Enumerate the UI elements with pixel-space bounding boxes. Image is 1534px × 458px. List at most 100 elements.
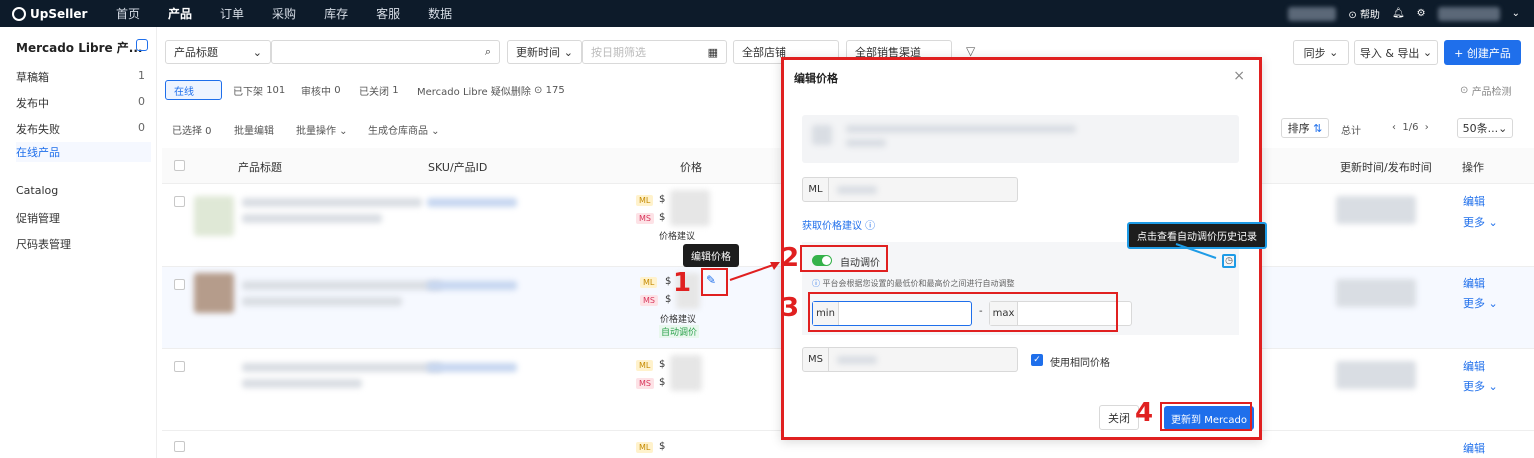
same-price-checkbox[interactable]: ✓ <box>1031 354 1043 366</box>
sku-blurred <box>427 198 517 207</box>
sort-button[interactable]: 排序 ⇅ <box>1281 118 1329 138</box>
chevron-down-icon: ⌄ <box>252 45 262 59</box>
sidebar-item-drafts[interactable]: 草稿箱 1 <box>16 69 151 85</box>
same-price-label: 使用相同价格 <box>1050 358 1110 369</box>
product-title-blurred <box>242 198 422 207</box>
more-dropdown[interactable]: 更多 ⌄ <box>1463 378 1498 394</box>
step-3-label: 3 <box>781 293 800 323</box>
user-menu-blurred[interactable] <box>1437 6 1500 21</box>
collapse-icon[interactable] <box>136 39 148 51</box>
filter-icon[interactable]: ▽ <box>966 44 975 58</box>
nav-purchase[interactable]: 采购 <box>258 5 310 22</box>
sort-icon: ⇅ <box>1313 121 1323 135</box>
tab-delisted[interactable]: 已下架 101 <box>233 80 285 100</box>
time-filter-select[interactable]: 更新时间 ⌄ <box>507 40 582 64</box>
help-button[interactable]: ⊙ 帮助 <box>1348 6 1380 21</box>
sidebar-item-online[interactable]: 在线产品 <box>16 142 151 162</box>
product-title-blurred <box>242 363 442 372</box>
get-suggestion-link[interactable]: 获取价格建议 ⓘ <box>802 217 875 232</box>
history-icon[interactable]: ◷ <box>1222 254 1236 268</box>
sidebar-item-failed[interactable]: 发布失败 0 <box>16 121 151 137</box>
account-info-blurred <box>1288 6 1337 21</box>
notification-icon[interactable]: 🔔︎ <box>1392 8 1405 19</box>
product-title-blurred <box>846 125 1076 133</box>
batch-ops-dropdown[interactable]: 批量操作 ⌄ <box>296 122 348 137</box>
close-button[interactable]: 关闭 <box>1099 405 1139 430</box>
modal-title: 编辑价格 <box>794 72 838 85</box>
product-check-link[interactable]: ⊙ 产品检测 <box>1460 80 1512 100</box>
sku-blurred <box>427 281 517 290</box>
search-input[interactable]: ⌕ <box>271 40 500 64</box>
batch-edit-button[interactable]: 批量编辑 <box>234 122 274 137</box>
update-time-blurred <box>1336 279 1416 307</box>
step-1-label: 1 <box>673 268 692 298</box>
product-info-box <box>802 115 1239 163</box>
calendar-icon: ▦ <box>707 45 718 59</box>
ms-tag: MS <box>640 295 658 306</box>
product-title-blurred <box>242 379 362 388</box>
total-count: 总计 <box>1341 126 1361 137</box>
product-title-blurred <box>242 214 382 223</box>
nav-service[interactable]: 客服 <box>362 5 414 22</box>
row-checkbox[interactable] <box>174 196 185 207</box>
close-icon[interactable]: × <box>1233 68 1245 84</box>
nav-orders[interactable]: 订单 <box>206 5 258 22</box>
nav-home[interactable]: 首页 <box>102 5 154 22</box>
col-sku: SKU/产品ID <box>428 161 488 174</box>
page-size-select[interactable]: 50条... ⌄ <box>1457 118 1513 138</box>
price-suggestion[interactable]: 价格建议 <box>660 312 696 325</box>
sync-button[interactable]: 同步 ⌄ <box>1293 40 1349 65</box>
tab-online[interactable]: 在线 <box>165 80 222 100</box>
more-dropdown[interactable]: 更多 ⌄ <box>1463 295 1498 311</box>
ms-price-blurred <box>837 355 877 364</box>
tab-reviewing[interactable]: 审核中 0 <box>301 80 341 100</box>
edit-link[interactable]: 编辑 <box>1463 275 1485 291</box>
sidebar-item-catalog[interactable]: Catalog <box>16 184 151 197</box>
ml-tag: ML <box>640 277 658 288</box>
arrow-icon <box>729 262 780 281</box>
date-filter-input[interactable]: 按日期筛选 ▦ <box>582 40 727 64</box>
chevron-down-icon[interactable]: ⌄ <box>1512 8 1520 19</box>
pagination[interactable]: ‹ 1/6 › <box>1392 122 1429 133</box>
import-export-button[interactable]: 导入 & 导出 ⌄ <box>1354 40 1438 65</box>
tab-closed[interactable]: 已关闭 1 <box>359 80 399 100</box>
edit-link[interactable]: 编辑 <box>1463 358 1485 374</box>
selected-count: 已选择 0 <box>172 126 212 137</box>
sidebar-item-promotions[interactable]: 促销管理 <box>16 210 151 226</box>
step3-highlight <box>808 292 1118 332</box>
select-all-checkbox[interactable] <box>174 160 185 171</box>
update-time-blurred <box>1336 196 1416 224</box>
nav-inventory[interactable]: 库存 <box>310 5 362 22</box>
app-logo[interactable]: UpSeller <box>12 6 102 21</box>
col-title: 产品标题 <box>238 161 282 174</box>
title-filter-select[interactable]: 产品标题 ⌄ <box>165 40 271 64</box>
sku-blurred <box>427 363 517 372</box>
create-product-button[interactable]: + 创建产品 <box>1444 40 1521 65</box>
product-thumbnail <box>194 196 234 236</box>
nav-data[interactable]: 数据 <box>414 5 466 22</box>
sidebar-item-publishing[interactable]: 发布中 0 <box>16 95 151 111</box>
nav-products[interactable]: 产品 <box>154 5 206 22</box>
product-thumbnail <box>194 273 234 313</box>
ml-price-field[interactable]: ML <box>802 177 1018 202</box>
row-checkbox[interactable] <box>174 441 185 452</box>
step-4-label: 4 <box>1135 398 1154 428</box>
logo-icon <box>12 6 26 21</box>
sidebar-item-size-chart[interactable]: 尺码表管理 <box>16 236 151 252</box>
gen-stock-dropdown[interactable]: 生成仓库商品 ⌄ <box>368 122 440 137</box>
update-time-blurred <box>1336 361 1416 389</box>
edit-link[interactable]: 编辑 <box>1463 193 1485 209</box>
row-checkbox[interactable] <box>174 361 185 372</box>
row-checkbox[interactable] <box>174 279 185 290</box>
settings-icon[interactable]: ⚙ <box>1417 8 1426 19</box>
step2-highlight <box>800 245 888 272</box>
tab-suspected-deleted[interactable]: Mercado Libre 疑似删除 ⊙ 175 <box>417 80 565 100</box>
edit-link[interactable]: 编辑 <box>1463 440 1485 456</box>
price-suggestion[interactable]: 价格建议 <box>659 229 695 242</box>
ms-price-field[interactable]: MS <box>802 347 1018 372</box>
col-update-time: 更新时间/发布时间 <box>1340 161 1432 174</box>
sidebar: Mercado Libre 产... 草稿箱 1 发布中 0 发布失败 0 在线产品 … <box>0 27 157 458</box>
more-dropdown[interactable]: 更多 ⌄ <box>1463 214 1498 230</box>
step-2-label: 2 <box>781 243 800 273</box>
ml-tag: ML <box>636 442 654 453</box>
